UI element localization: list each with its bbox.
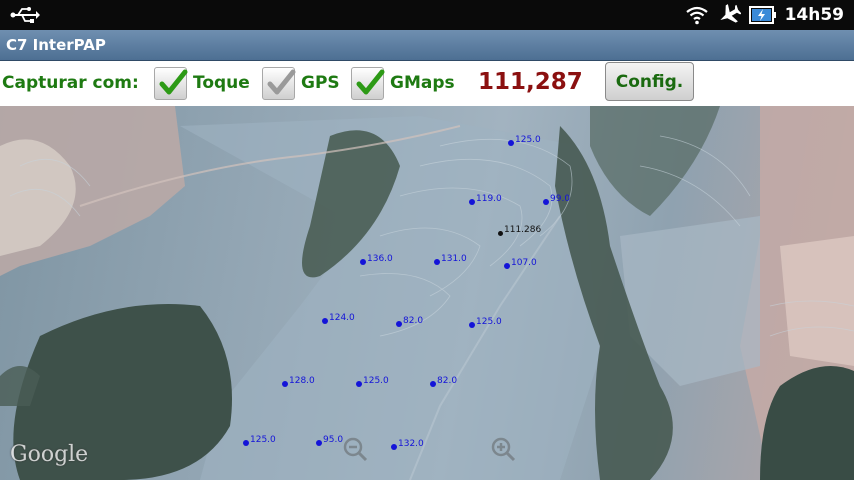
current-position-label: 111.286 — [504, 225, 542, 235]
sample-point-marker[interactable] — [243, 440, 249, 446]
coordinate-counter: 111,287 — [478, 69, 583, 95]
gps-checkbox[interactable] — [262, 67, 296, 100]
app-title: C7 InterPAP — [6, 36, 106, 54]
sample-point-label: 128.0 — [289, 376, 315, 386]
battery-charging-icon — [748, 6, 776, 24]
sample-point-marker[interactable] — [434, 259, 440, 265]
sample-point-label: 95.0 — [323, 435, 344, 445]
sample-point-label: 124.0 — [329, 313, 355, 323]
sample-point-marker[interactable] — [396, 321, 402, 327]
usb-icon — [10, 7, 40, 23]
sample-point-marker[interactable] — [391, 444, 397, 450]
map-terrain — [0, 106, 854, 480]
sample-point-label: 107.0 — [511, 258, 537, 268]
checkmark-icon — [356, 69, 385, 95]
sample-point-label: 125.0 — [363, 376, 389, 386]
checkmark-icon — [159, 69, 188, 95]
airplane-icon — [719, 4, 741, 23]
sample-point-marker[interactable] — [322, 318, 328, 324]
google-logo: Google — [10, 442, 89, 467]
sample-point-label: 131.0 — [441, 254, 467, 264]
wifi-icon — [685, 6, 708, 25]
sample-point-marker[interactable] — [430, 381, 436, 387]
current-position-marker[interactable] — [498, 231, 503, 236]
sample-point-marker[interactable] — [504, 263, 510, 269]
sample-point-marker[interactable] — [356, 381, 362, 387]
sample-point-label: 82.0 — [437, 376, 458, 386]
gmaps-checkbox[interactable] — [351, 67, 385, 100]
sample-point-marker[interactable] — [360, 259, 366, 265]
sample-point-label: 132.0 — [398, 439, 424, 449]
sample-point-marker[interactable] — [282, 381, 288, 387]
app-title-bar: C7 InterPAP — [0, 30, 854, 61]
sample-point-marker[interactable] — [543, 199, 549, 205]
sample-point-label: 82.0 — [403, 316, 424, 326]
capture-toolbar: Capturar com: Toque GPS GMaps 111,287 Co… — [0, 61, 854, 106]
clock: 14h59 — [784, 5, 844, 25]
gmaps-label[interactable]: GMaps — [390, 73, 455, 93]
zoom-in-icon[interactable] — [486, 434, 522, 464]
sample-point-marker[interactable] — [469, 322, 475, 328]
checkmark-icon — [267, 69, 296, 95]
sample-point-label: 99.0 — [550, 194, 571, 204]
sample-point-label: 136.0 — [367, 254, 393, 264]
toque-checkbox[interactable] — [154, 67, 188, 100]
sample-point-label: 125.0 — [476, 317, 502, 327]
status-bar: 14h59 — [0, 0, 854, 30]
sample-point-label: 125.0 — [250, 435, 276, 445]
gps-label[interactable]: GPS — [301, 73, 340, 93]
sample-point-marker[interactable] — [469, 199, 475, 205]
capture-label: Capturar com: — [2, 73, 139, 93]
sample-point-marker[interactable] — [508, 140, 514, 146]
sample-point-label: 125.0 — [515, 135, 541, 145]
zoom-out-icon[interactable] — [338, 434, 374, 464]
sample-point-marker[interactable] — [316, 440, 322, 446]
sample-point-label: 119.0 — [476, 194, 502, 204]
config-button[interactable]: Config. — [605, 62, 694, 101]
satellite-map[interactable]: 125.0 119.0 99.0 111.286 136.0 131.0 107… — [0, 106, 854, 480]
toque-label[interactable]: Toque — [193, 73, 250, 93]
